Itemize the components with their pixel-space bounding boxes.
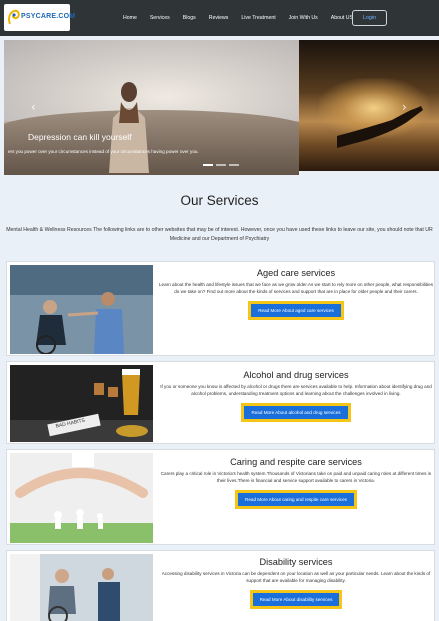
card-body: Aged care services Learn about the healt… (159, 262, 433, 320)
service-card-aged-care: Aged care services Learn about the healt… (6, 261, 435, 356)
button-highlight: Read More About caring and respite care … (235, 489, 357, 509)
read-more-button[interactable]: Read More About caring and respite care … (238, 492, 354, 506)
caring-respite-illustration (10, 453, 153, 543)
card-text: Learn about the health and lifestyle iss… (159, 282, 433, 295)
card-title: Alcohol and drug services (243, 370, 349, 380)
hero-woman-image (109, 82, 149, 173)
card-body: Alcohol and drug services If you or some… (159, 362, 433, 422)
nav-about-us[interactable]: About US (331, 15, 353, 21)
button-highlight: Read More About alcohol and drug service… (241, 402, 351, 422)
card-title: Disability services (259, 557, 333, 567)
nav-live-treatment[interactable]: Live Treatment (241, 15, 275, 21)
nav-join-with-us[interactable]: Join With Us (289, 15, 318, 21)
read-more-button[interactable]: Read More About alcohol and drug service… (244, 405, 348, 419)
card-title: Caring and respite care services (230, 457, 362, 467)
login-button[interactable]: Login (352, 10, 387, 26)
page: PSYCARE.COM Home Services Blogs Reviews … (0, 0, 439, 621)
services-intro: Mental Health & Wellness Resources The f… (6, 227, 433, 242)
carousel-indicators (203, 164, 242, 166)
button-highlight: Read More About disability services (249, 589, 343, 609)
hero-subcaption: ers you power over your circumstances in… (8, 149, 199, 154)
nav-reviews[interactable]: Reviews (209, 15, 229, 21)
aged-care-image (10, 265, 153, 354)
service-card-alcohol-drug: Alcohol and drug services If you or some… (6, 361, 435, 444)
card-body: Disability services Accessing disability… (159, 551, 433, 609)
card-text: Accessing disability services in Victori… (161, 571, 431, 584)
service-card-disability: Disability services Accessing disability… (6, 550, 435, 621)
nav-blogs[interactable]: Blogs (183, 15, 196, 21)
hero-caption: Depression can kill yourself (28, 132, 132, 142)
disability-illustration (10, 554, 153, 621)
read-more-button[interactable]: Read More About aged care services (251, 303, 341, 317)
carousel-indicator[interactable] (216, 164, 226, 166)
raised-hand-silhouette (337, 106, 423, 148)
bad-habits-label: BAD HABITS (55, 417, 86, 429)
service-card-caring-respite: Caring and respite care services Carers … (6, 449, 435, 545)
carousel-prev-icon[interactable]: ‹ (31, 100, 36, 114)
card-body: Caring and respite care services Carers … (159, 450, 433, 509)
hero-carousel-slide: ‹ Depression can kill yourself ers you p… (4, 40, 299, 175)
alcohol-drug-illustration (10, 365, 153, 442)
hero-next-slide-image (299, 40, 439, 171)
nav-links: Home Services Blogs Reviews Live Treatme… (123, 0, 366, 36)
caring-respite-image (10, 453, 153, 543)
services-title: Our Services (180, 193, 259, 208)
carousel-indicator[interactable] (229, 164, 239, 166)
read-more-button[interactable]: Read More About disability services (252, 592, 340, 606)
card-text: Carers play a critical role in Victoria'… (160, 471, 432, 484)
nav-home[interactable]: Home (123, 15, 137, 21)
button-highlight: Read More About aged care services (248, 300, 344, 320)
aged-care-illustration (10, 265, 153, 354)
carousel-indicator[interactable] (203, 164, 213, 166)
psycare-logo-icon (8, 9, 20, 25)
card-title: Aged care services (256, 268, 336, 278)
nav-services[interactable]: Services (150, 15, 170, 21)
alcohol-drug-image (10, 365, 153, 442)
card-text: If you or someone you know is affected b… (160, 384, 432, 397)
logo-text: PSYCARE.COM (21, 13, 76, 20)
site-logo[interactable]: PSYCARE.COM (4, 4, 75, 31)
carousel-next-icon[interactable]: › (402, 100, 407, 114)
bad-habits-sign: BAD HABITS (55, 417, 86, 429)
disability-image (10, 554, 153, 621)
top-navbar: PSYCARE.COM Home Services Blogs Reviews … (0, 0, 439, 36)
